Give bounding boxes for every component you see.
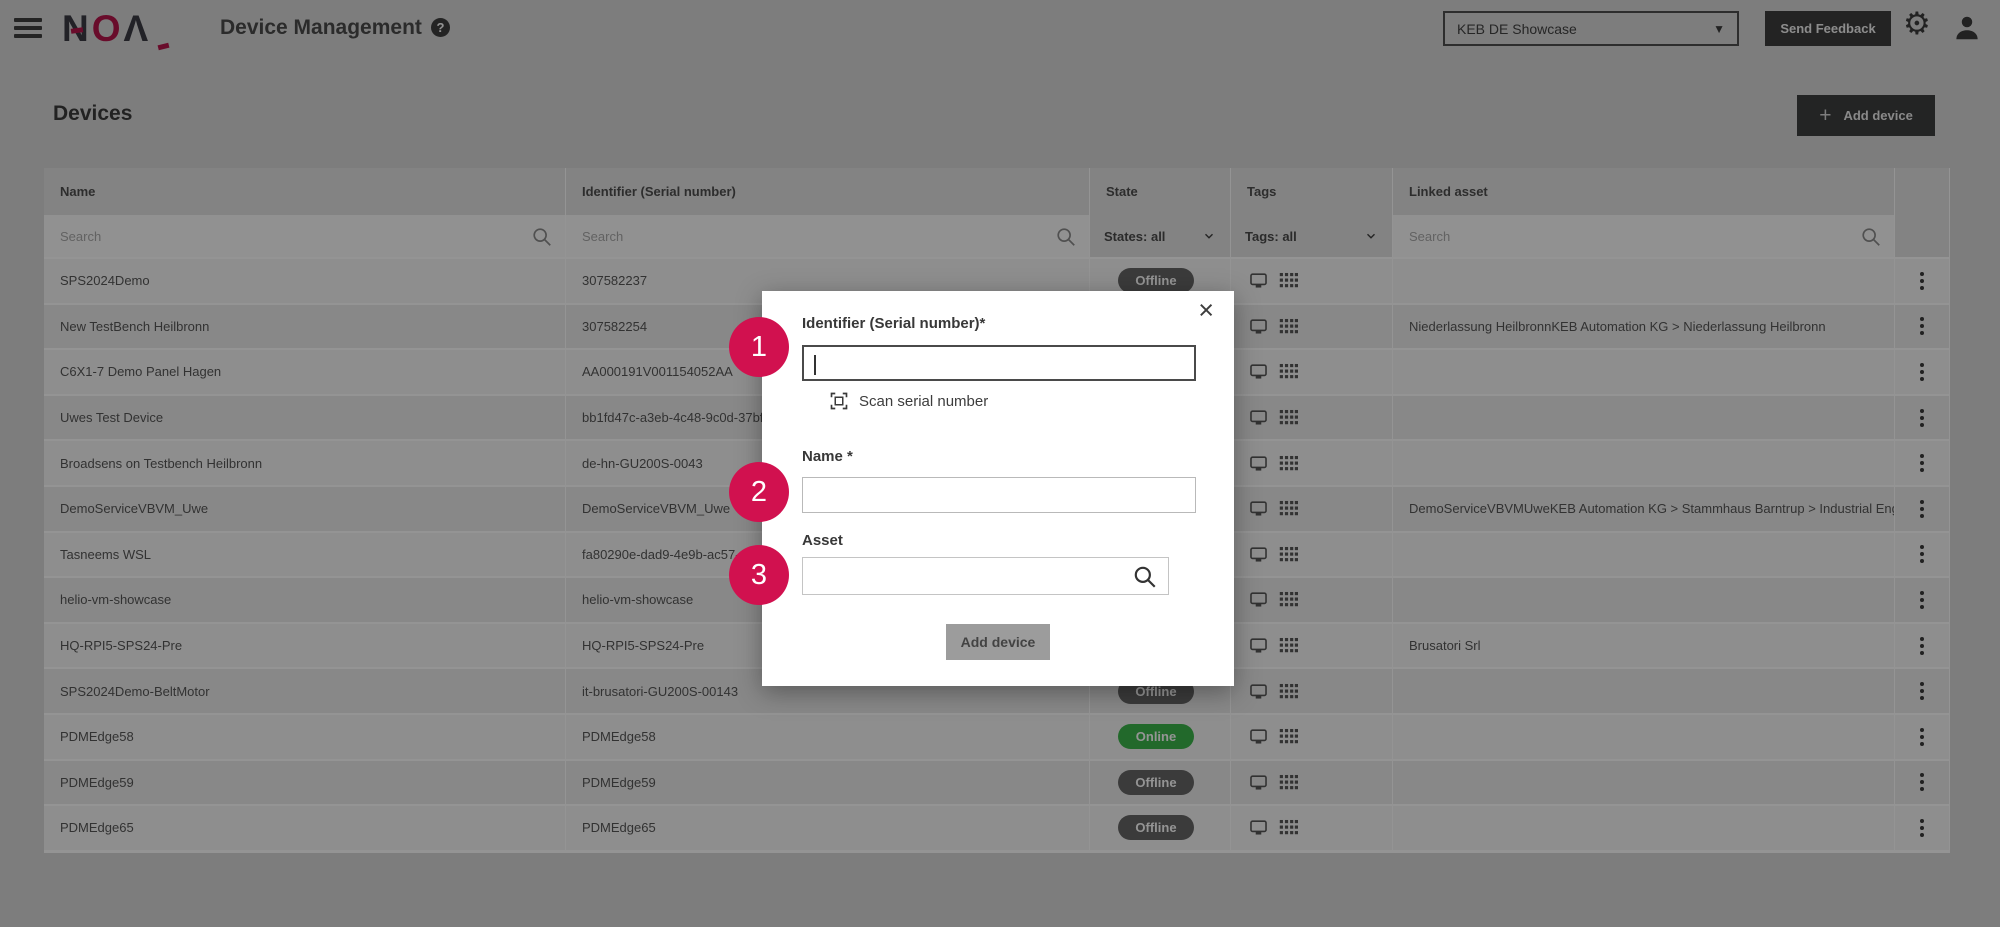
add-device-modal: × Identifier (Serial number)* Scan seria… (762, 291, 1234, 686)
annotation-marker-3: 3 (729, 545, 789, 605)
text-cursor (814, 355, 816, 375)
qr-scan-icon (830, 392, 848, 410)
name-input[interactable] (802, 477, 1196, 513)
annotation-marker-2: 2 (729, 462, 789, 522)
modal-add-device-button[interactable]: Add device (946, 624, 1050, 660)
name-field-label: Name * (802, 448, 853, 465)
identifier-field-label: Identifier (Serial number)* (802, 315, 985, 332)
close-icon[interactable]: × (1198, 297, 1214, 324)
search-icon[interactable] (1132, 564, 1158, 590)
annotation-marker-1: 1 (729, 317, 789, 377)
identifier-input[interactable] (802, 345, 1196, 381)
asset-input[interactable] (802, 557, 1169, 595)
scan-serial-number-button[interactable]: Scan serial number (830, 392, 988, 410)
scan-serial-number-label: Scan serial number (859, 393, 988, 410)
asset-field-label: Asset (802, 532, 843, 549)
